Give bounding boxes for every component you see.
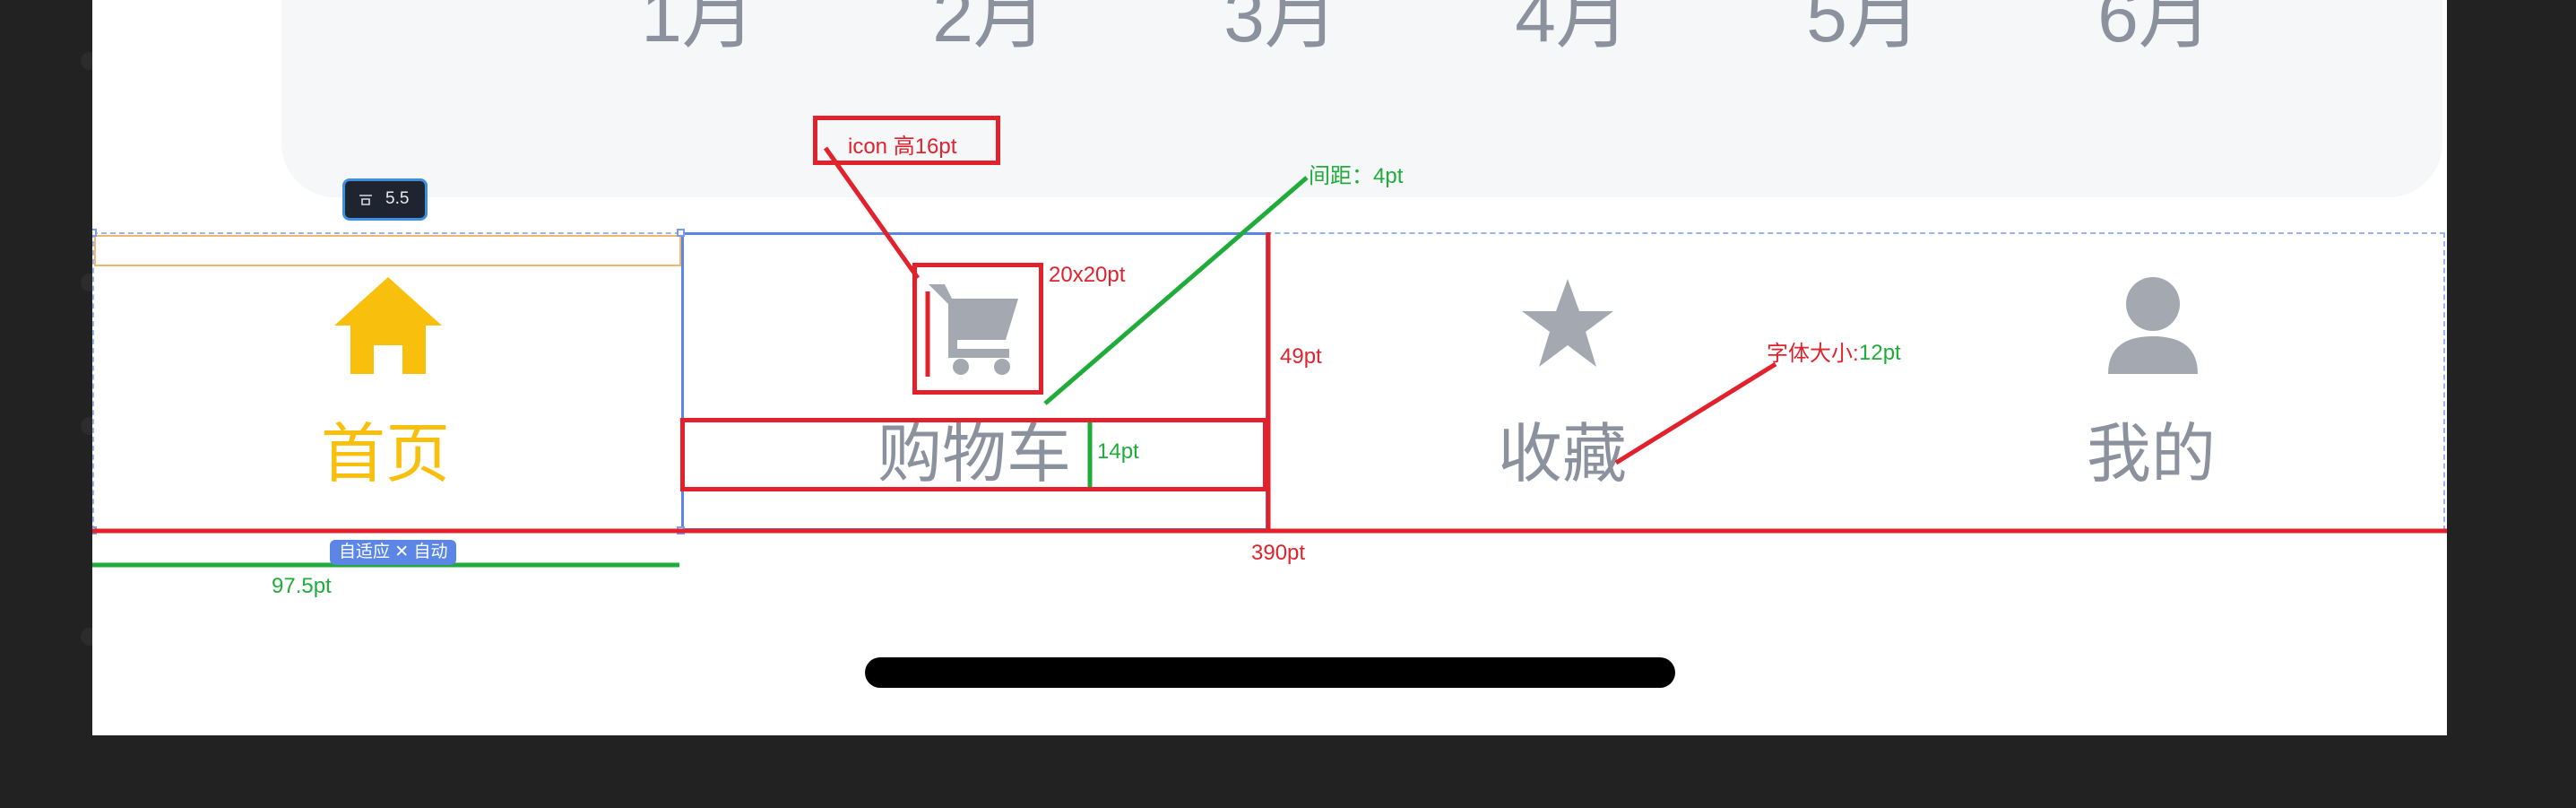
annotation-font-size-label: 字体大小: <box>1767 342 1859 366</box>
spacing-icon <box>359 195 372 205</box>
label-size-box <box>680 418 1267 491</box>
icon-size-box <box>912 263 1043 395</box>
spacing-value: 5.5 <box>385 189 410 208</box>
spacing-tooltip[interactable]: 5.5 <box>342 178 428 221</box>
annotation-spacing: 间距：4pt <box>1309 164 1404 188</box>
annotation-icon-size: 20x20pt <box>1049 263 1126 287</box>
annotation-bar-width: 390pt <box>1251 541 1306 565</box>
annotation-label-height: 14pt <box>1097 439 1139 464</box>
phone-artboard: 1月 2月 3月 4月 5月 6月 首页 购物车 收藏 我的 icon 高16p… <box>92 0 2447 735</box>
annotation-lines <box>92 146 2447 568</box>
annotation-font-size-value: 12pt <box>1859 341 1901 365</box>
annotation-tab-width: 97.5pt <box>272 574 332 598</box>
annotation-bar-height: 49pt <box>1280 344 1322 369</box>
autofit-badge[interactable]: 自适应 ✕ 自动 <box>330 540 457 565</box>
